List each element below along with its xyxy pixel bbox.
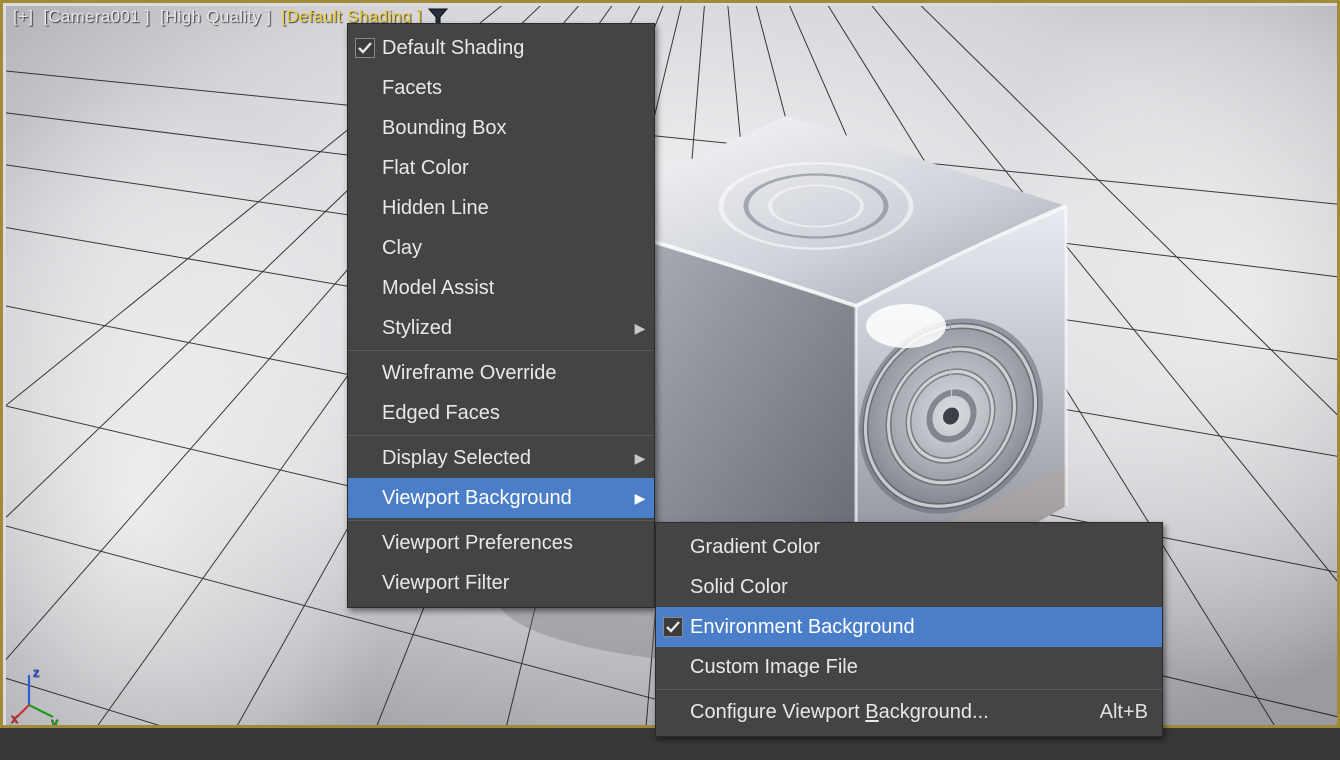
menu-item-label: Clay: [382, 237, 626, 260]
shading-menu-item-6[interactable]: Model Assist: [348, 268, 654, 308]
shading-menu-item-5[interactable]: Clay: [348, 228, 654, 268]
submenu-arrow-icon: ▶: [626, 490, 654, 507]
menu-item-label: Display Selected: [382, 447, 626, 470]
shading-menu-item-1[interactable]: Facets: [348, 68, 654, 108]
bg-submenu-item-0[interactable]: Gradient Color: [656, 527, 1162, 567]
viewport-plus-toggle[interactable]: [+]: [13, 7, 33, 27]
menu-item-label: Hidden Line: [382, 197, 626, 220]
viewport-camera-label[interactable]: [Camera001 ]: [43, 7, 150, 27]
shading-menu-item-13[interactable]: Viewport Filter: [348, 563, 654, 603]
menu-item-label: Solid Color: [690, 576, 1134, 599]
bg-submenu-item-3[interactable]: Custom Image File: [656, 647, 1162, 687]
shading-menu-item-7[interactable]: Stylized▶: [348, 308, 654, 348]
menu-item-label: Environment Background: [690, 616, 1134, 639]
menu-item-label: Wireframe Override: [382, 362, 626, 385]
viewport-quality-label[interactable]: [High Quality ]: [160, 7, 271, 27]
menu-item-label: Gradient Color: [690, 536, 1134, 559]
shading-menu: Default Shading Facets Bounding Box Flat Co…: [347, 23, 655, 608]
svg-text:z: z: [33, 665, 40, 680]
submenu-arrow-icon: ▶: [626, 450, 654, 467]
menu-item-label: Flat Color: [382, 157, 626, 180]
axis-gizmo: z y x: [17, 665, 67, 715]
shading-menu-item-12[interactable]: Viewport Preferences: [348, 523, 654, 563]
menu-item-label: Edged Faces: [382, 402, 626, 425]
shading-menu-item-0[interactable]: Default Shading: [348, 28, 654, 68]
shading-menu-separator: [348, 435, 654, 436]
viewport-background-submenu: Gradient Color Solid Color Environment Bac…: [655, 522, 1163, 737]
shading-menu-item-11[interactable]: Viewport Background▶: [348, 478, 654, 518]
menu-item-label: Viewport Background: [382, 487, 626, 510]
bg-submenu-item-2[interactable]: Environment Background: [656, 607, 1162, 647]
checkmark-icon: [656, 617, 690, 637]
bg-submenu-item-4[interactable]: Configure Viewport Background...Alt+B: [656, 692, 1162, 732]
bg-submenu-item-1[interactable]: Solid Color: [656, 567, 1162, 607]
submenu-arrow-icon: ▶: [626, 320, 654, 337]
menu-item-label: Configure Viewport Background...: [690, 701, 1100, 724]
svg-text:y: y: [51, 715, 59, 728]
menu-item-label: Facets: [382, 77, 626, 100]
bg-submenu-separator: [656, 689, 1162, 690]
shading-menu-separator: [348, 520, 654, 521]
checkmark-icon: [348, 38, 382, 58]
menu-item-label: Model Assist: [382, 277, 626, 300]
menu-item-label: Viewport Preferences: [382, 532, 626, 555]
menu-item-shortcut: Alt+B: [1100, 701, 1162, 724]
shading-menu-item-10[interactable]: Display Selected▶: [348, 438, 654, 478]
menu-item-label: Default Shading: [382, 37, 626, 60]
shading-menu-item-9[interactable]: Edged Faces: [348, 393, 654, 433]
menu-item-label: Bounding Box: [382, 117, 626, 140]
shading-menu-separator: [348, 350, 654, 351]
menu-item-label: Custom Image File: [690, 656, 1134, 679]
shading-menu-item-8[interactable]: Wireframe Override: [348, 353, 654, 393]
menu-item-label: Stylized: [382, 317, 626, 340]
shading-menu-item-2[interactable]: Bounding Box: [348, 108, 654, 148]
shading-menu-item-3[interactable]: Flat Color: [348, 148, 654, 188]
svg-text:x: x: [11, 711, 19, 726]
shading-menu-item-4[interactable]: Hidden Line: [348, 188, 654, 228]
menu-item-label: Viewport Filter: [382, 572, 626, 595]
